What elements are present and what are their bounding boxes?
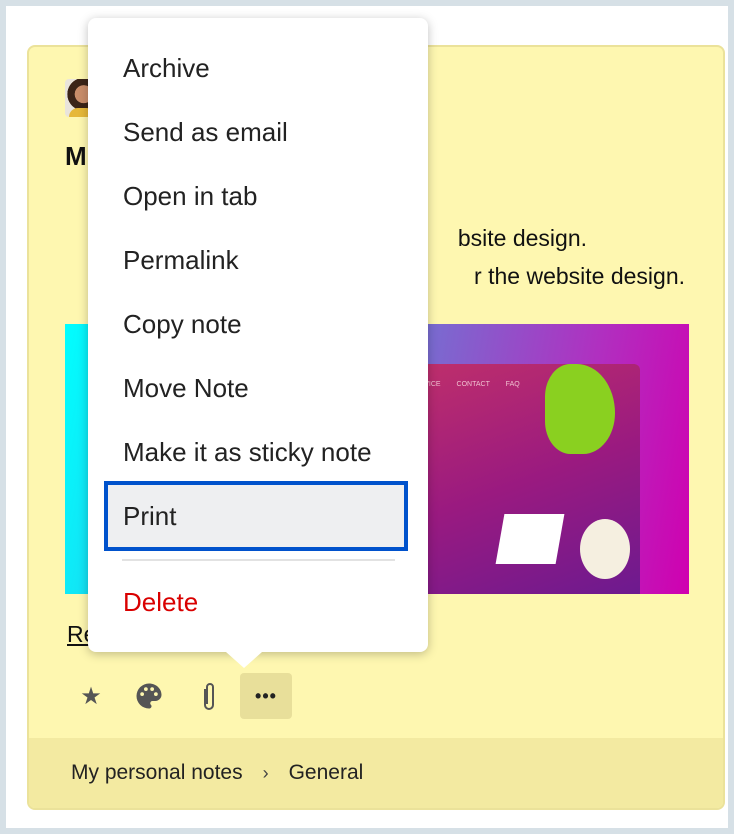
- menu-item-print[interactable]: Print: [104, 481, 408, 551]
- menu-item-archive[interactable]: Archive: [123, 48, 210, 88]
- menu-item-move-note[interactable]: Move Note: [123, 368, 249, 408]
- attach-button[interactable]: [183, 673, 235, 719]
- paperclip-icon: [204, 683, 214, 710]
- more-icon: •••: [255, 685, 277, 706]
- palette-illustration: [580, 519, 630, 579]
- favorite-button[interactable]: ★: [65, 673, 117, 719]
- menu-item-copy-note[interactable]: Copy note: [123, 304, 242, 344]
- more-options-button[interactable]: •••: [240, 673, 292, 719]
- menu-item-open-tab[interactable]: Open in tab: [123, 176, 257, 216]
- breadcrumb: My personal notes › General: [29, 738, 723, 808]
- book-illustration: [495, 514, 565, 564]
- menu-item-send-email[interactable]: Send as email: [123, 112, 288, 152]
- color-button[interactable]: [123, 673, 175, 719]
- more-options-menu: Archive Send as email Open in tab Permal…: [88, 18, 428, 652]
- star-icon: ★: [80, 682, 102, 710]
- note-body-line: bsite design.: [457, 225, 587, 251]
- note-title: M: [65, 141, 87, 171]
- breadcrumb-section[interactable]: General: [289, 761, 364, 785]
- menu-item-sticky-note[interactable]: Make it as sticky note: [123, 432, 372, 472]
- palette-icon: [136, 683, 162, 709]
- menu-divider: [122, 559, 395, 561]
- breadcrumb-notebook[interactable]: My personal notes: [71, 761, 243, 785]
- menu-pointer: [226, 652, 262, 668]
- menu-item-delete[interactable]: Delete: [123, 582, 198, 622]
- chevron-right-icon: ›: [262, 762, 269, 783]
- note-body-line: r the website design.: [474, 263, 685, 289]
- menu-item-permalink[interactable]: Permalink: [123, 240, 239, 280]
